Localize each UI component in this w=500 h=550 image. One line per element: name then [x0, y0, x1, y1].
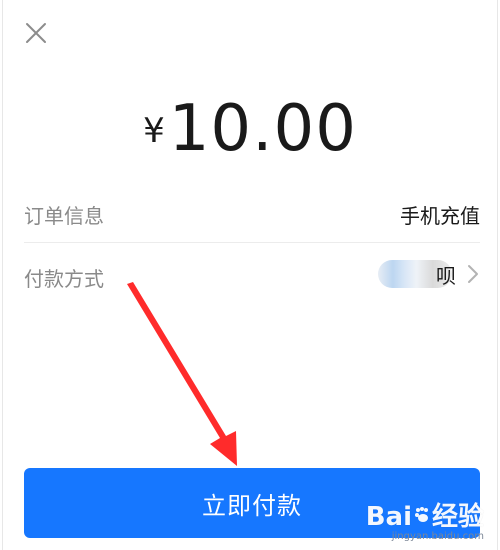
right-edge-divider: [497, 0, 498, 550]
left-edge-divider: [2, 0, 3, 550]
payment-method-label: 付款方式: [24, 267, 104, 291]
payment-sheet: ¥10.00 订单信息 手机充值 付款方式 呗 立即付款 Bai 经验 jing…: [0, 0, 500, 550]
details-divider: [24, 242, 480, 243]
chevron-right-icon: [468, 265, 478, 283]
order-info-row: 订单信息 手机充值: [24, 182, 480, 242]
amount-value: 10.00: [168, 92, 357, 166]
order-info-label: 订单信息: [24, 204, 104, 228]
payment-method-selector[interactable]: 呗: [378, 258, 480, 290]
close-icon[interactable]: [24, 21, 48, 45]
payment-method-row[interactable]: 付款方式 呗: [24, 245, 480, 305]
order-info-value: 手机充值: [400, 204, 480, 228]
pay-now-button[interactable]: 立即付款: [24, 468, 480, 538]
amount-display: ¥10.00: [0, 92, 500, 166]
currency-symbol: ¥: [143, 111, 165, 151]
payment-method-value: 呗: [436, 263, 456, 288]
